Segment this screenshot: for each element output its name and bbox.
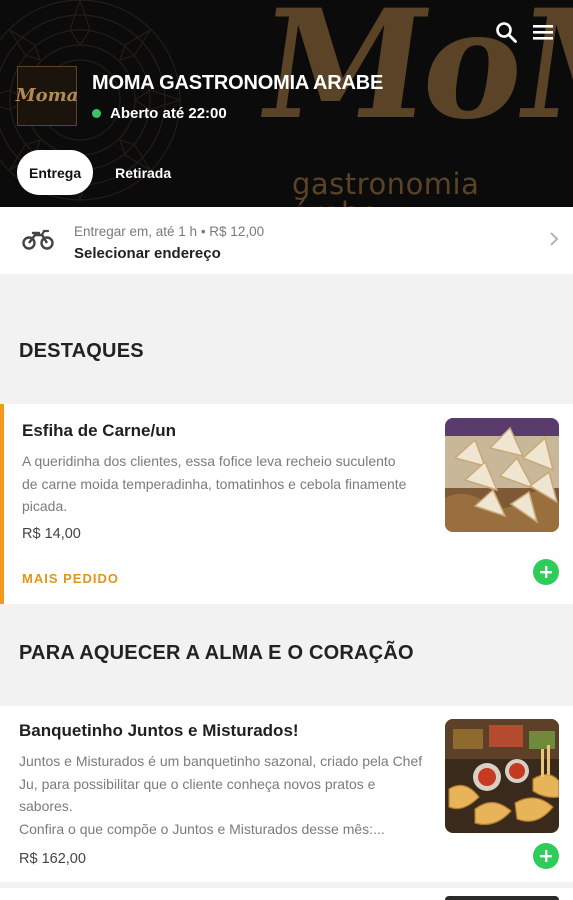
menu-item-card[interactable]: Esfiha de Carne/un A queridinha dos clie… [0,404,573,604]
brand-tagline: gastronomia árabe [292,167,480,208]
restaurant-name: MOMA GASTRONOMIA ARABE [92,72,384,94]
plus-icon [540,850,552,862]
logo-text: Moma [15,85,79,106]
next-item-photo [445,896,559,900]
search-button[interactable] [492,18,520,46]
section-title-destaques: DESTAQUES [19,340,144,362]
store-status: Aberto até 22:00 [92,105,227,122]
chevron-right-icon [550,232,559,246]
menu-icon [533,25,553,40]
status-text: Aberto até 22:00 [110,105,227,122]
item-name: Esfiha de Carne/un [22,421,176,440]
most-ordered-tag: MAIS PEDIDO [22,571,119,586]
item-photo-esfiha [445,418,559,532]
tab-retirada[interactable]: Retirada [103,150,183,195]
highlight-accent-bar [0,404,4,604]
order-type-tabs: Entrega Retirada [17,150,183,195]
delivery-info: Entregar em, até 1 h • R$ 12,00 [74,224,265,239]
delivery-address-bar[interactable]: Entregar em, até 1 h • R$ 12,00 Selecion… [0,207,573,274]
item-description: A queridinha dos clientes, essa fofice l… [22,453,407,514]
plus-icon [540,566,552,578]
motorcycle-icon [22,229,54,250]
menu-item-card-next[interactable] [0,888,573,900]
section-title-aquecer: PARA AQUECER A ALMA E O CORAÇÃO [19,642,414,664]
item-photo-banquetinho [445,719,559,833]
item-description: Juntos e Misturados é um banquetinho saz… [19,753,423,814]
add-item-button[interactable] [533,559,559,585]
item-price: R$ 162,00 [19,851,86,867]
menu-item-card[interactable]: Banquetinho Juntos e Misturados! Juntos … [0,706,573,882]
open-status-dot [92,109,101,118]
menu-button[interactable] [529,18,557,46]
item-price: R$ 14,00 [22,526,81,542]
brand-watermark: MoMA [249,0,573,153]
add-item-button[interactable] [533,843,559,869]
restaurant-logo: Moma [15,66,79,126]
item-description-more: Confira o que compõe o Juntos e Misturad… [19,821,385,837]
select-address-label: Selecionar endereço [74,245,221,262]
item-name: Banquetinho Juntos e Misturados! [19,721,299,740]
tab-entrega[interactable]: Entrega [17,150,94,195]
store-header: MoMA gastronomia árabe Moma MOMA GASTRON… [0,0,573,207]
search-icon [496,22,517,43]
